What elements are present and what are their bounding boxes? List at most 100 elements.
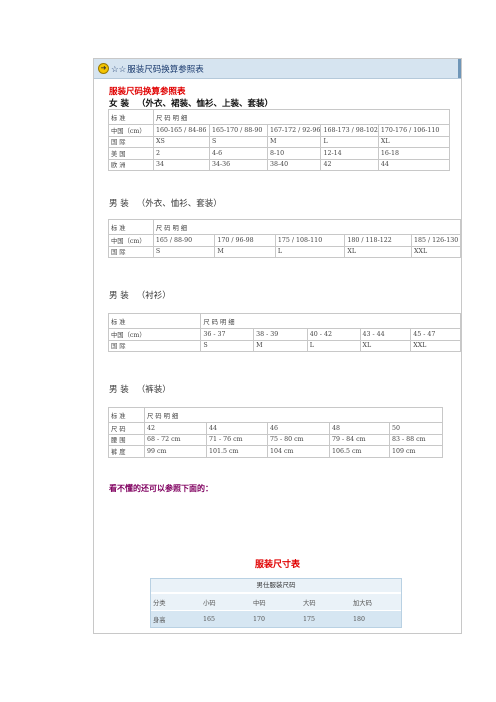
- table-cell: 中国（cm）: [108, 234, 154, 247]
- table-row: 中国（cm） 165 / 88-90 170 / 96-98 175 / 108-11…: [108, 234, 462, 247]
- mens-size-table: 分类 小码 中码 大码 加大码 身高 165 170 175 180: [151, 593, 401, 627]
- table-cell: 175 / 108-110: [275, 234, 346, 247]
- table-cell: 16-18: [378, 147, 450, 160]
- table-cell: 国 际: [108, 246, 154, 258]
- table-cell: 165: [201, 610, 251, 627]
- table-cell: 身高: [151, 610, 201, 627]
- size-chart-panel: ➜ ☆☆服装尺码换算参照表 服装尺码换算参照表 女 装（外衣、裙装、恤衫、上装、…: [93, 58, 462, 634]
- table-cell: 180: [351, 610, 401, 627]
- men-shirt-size-table: 标 准 尺 码 明 细 中国（cm） 36 - 37 38 - 39 40 - 42 4…: [107, 313, 461, 352]
- table-cell: 46: [267, 422, 330, 435]
- table-cell: 34-36: [209, 159, 268, 171]
- header-cell: 尺 码 明 细: [153, 109, 450, 125]
- table-cell: 8-10: [267, 147, 322, 160]
- table-cell: L: [307, 340, 361, 352]
- men-shirt-subtitle: （衬衫）: [136, 291, 171, 301]
- men-outer-size-table: 标 准 尺 码 明 细 中国（cm） 165 / 88-90 170 / 96-98…: [108, 219, 462, 258]
- table-cell: 168-173 / 98-102: [320, 124, 379, 137]
- table-cell: 83 - 88 cm: [389, 434, 443, 446]
- table-cell: 42: [144, 422, 207, 435]
- table-cell: 43 - 44: [360, 328, 412, 341]
- table-cell: 中国（cm）: [107, 328, 202, 341]
- men-outer-subtitle: （外衣、恤衫、套装）: [136, 199, 222, 209]
- table-cell: XL: [360, 340, 412, 352]
- table-cell: 180 / 118-122: [344, 234, 412, 247]
- men-pants-size-table: 标 准 尺 码 明 细 尺 码 42 44 46 48 50 腰 围 68 - 72 cm 7…: [108, 407, 443, 458]
- table-cell: XXL: [411, 246, 462, 258]
- table-header-row: 标 准 尺 码 明 细: [108, 109, 450, 125]
- table-cell: 170-176 / 106-110: [378, 124, 450, 137]
- table-header-row: 标 准 尺 码 明 细: [108, 407, 443, 423]
- table-cell: 165-170 / 88-90: [209, 124, 268, 137]
- panel-title: ☆☆服装尺码换算参照表: [111, 63, 204, 75]
- table-cell: 68 - 72 cm: [144, 434, 207, 446]
- table-row: 腰 围 68 - 72 cm 71 - 76 cm 75 - 80 cm 79 - 84…: [108, 434, 443, 446]
- table-row: 国 际 XS S M L XL: [108, 136, 450, 148]
- table-cell: XS: [153, 136, 210, 148]
- table-cell: 170 / 96-98: [214, 234, 276, 247]
- table-row: 中国（cm） 160-165 / 84-86 165-170 / 88-90 167-…: [108, 124, 450, 137]
- header-cell: 标 准: [108, 407, 145, 423]
- table-cell: 44: [206, 422, 268, 435]
- men-pants-subtitle: （裤装）: [136, 385, 171, 395]
- table-cell: 38-40: [267, 159, 322, 171]
- men-shirt-title: 男 装: [109, 291, 129, 301]
- table-cell: 腰 围: [108, 434, 145, 446]
- header-cell: 尺 码 明 细: [200, 313, 461, 329]
- header-cell: 标 准: [108, 109, 154, 125]
- table-cell: 4-6: [209, 147, 268, 160]
- table-header-row: 标 准 尺 码 明 细: [107, 313, 461, 329]
- table-cell: XXL: [410, 340, 461, 352]
- table-cell: 50: [389, 422, 443, 435]
- table-cell: M: [267, 136, 322, 148]
- women-subtitle: （外衣、裙装、恤衫、上装、套装）: [136, 99, 273, 109]
- table-cell: 185 / 126-130: [411, 234, 462, 247]
- table-cell: M: [214, 246, 276, 258]
- header-cell: 尺 码 明 细: [153, 219, 462, 235]
- table-cell: 36 - 37: [200, 328, 255, 341]
- table-cell: 109 cm: [389, 445, 443, 458]
- table-cell: 45 - 47: [410, 328, 461, 341]
- table-cell: 12-14: [320, 147, 379, 160]
- table-cell: S: [153, 246, 216, 258]
- table-cell: 38 - 39: [253, 328, 308, 341]
- table-cell: 106.5 cm: [329, 445, 390, 458]
- table-row: 国 际 S M L XL XXL: [107, 340, 461, 352]
- table-cell: XL: [378, 136, 450, 148]
- panel-title-text: 服装尺码换算参照表: [127, 64, 204, 75]
- women-section-title: 女 装 （外衣、裙装、恤衫、上装、套装）: [109, 97, 273, 109]
- table-cell: 170: [251, 610, 301, 627]
- men-outer-section-title: 男 装 （外衣、恤衫、套装）: [109, 197, 222, 209]
- table-row: 欧 洲 34 34-36 38-40 42 44: [108, 159, 450, 171]
- men-shirt-section-title: 男 装 （衬衫）: [109, 289, 171, 301]
- table-cell: 44: [378, 159, 450, 171]
- header-edge: [458, 59, 461, 78]
- panel-title-prefix: ☆☆: [111, 64, 127, 75]
- women-title: 女 装: [109, 99, 129, 109]
- document-title: 服装尺码换算参照表: [109, 87, 186, 97]
- header-cell: 中码: [251, 593, 301, 611]
- table-cell: 中国（cm）: [108, 124, 154, 137]
- table-cell: 75 - 80 cm: [267, 434, 330, 446]
- table-row: 中国（cm） 36 - 37 38 - 39 40 - 42 43 - 44 45 - 4…: [107, 328, 461, 341]
- mens-size-title: 男仕服装尺码: [151, 579, 401, 593]
- table-cell: 71 - 76 cm: [206, 434, 268, 446]
- panel-header: ➜ ☆☆服装尺码换算参照表: [94, 59, 461, 79]
- table-cell: 40 - 42: [307, 328, 361, 341]
- table-cell: 裤 度: [108, 445, 145, 458]
- table-header-row: 分类 小码 中码 大码 加大码: [151, 593, 401, 611]
- table-cell: 79 - 84 cm: [329, 434, 390, 446]
- table-cell: L: [320, 136, 379, 148]
- table-cell: 美 国: [108, 147, 154, 160]
- table-cell: 42: [320, 159, 379, 171]
- table-row: 裤 度 99 cm 101.5 cm 104 cm 106.5 cm 109 cm: [108, 445, 443, 458]
- table-cell: S: [209, 136, 268, 148]
- circle-arrow-icon: ➜: [98, 63, 109, 74]
- mens-size-box: 男仕服装尺码 分类 小码 中码 大码 加大码 身高 165 170 175 180: [150, 578, 402, 628]
- table-cell: 国 际: [107, 340, 202, 352]
- header-cell: 大码: [301, 593, 351, 611]
- table-cell: 165 / 88-90: [153, 234, 216, 247]
- men-outer-title: 男 装: [109, 199, 129, 209]
- table-cell: 2: [153, 147, 210, 160]
- men-pants-section-title: 男 装 （裤装）: [109, 383, 171, 395]
